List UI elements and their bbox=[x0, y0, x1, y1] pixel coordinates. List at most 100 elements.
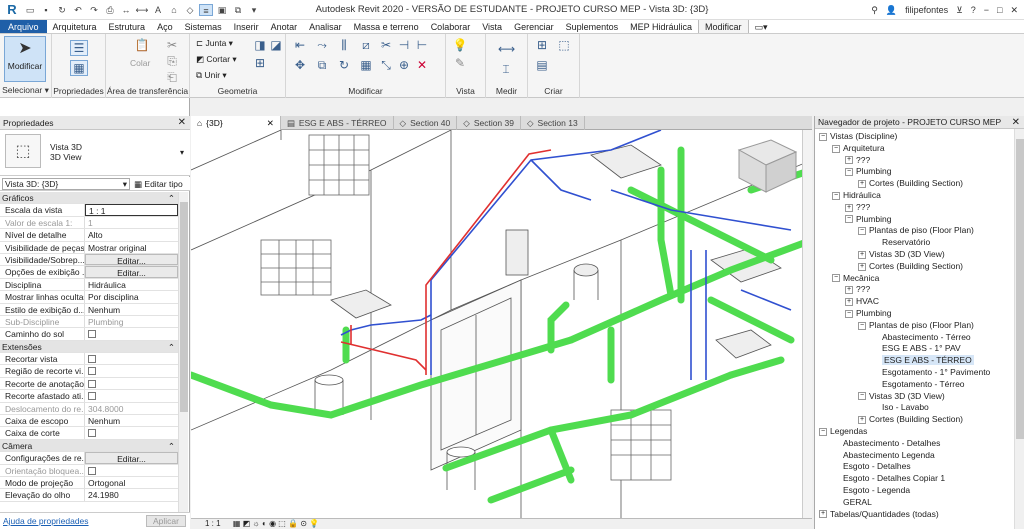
collapse-icon[interactable]: − bbox=[845, 309, 853, 318]
property-value[interactable]: 1 : 1 bbox=[85, 204, 178, 216]
menu-gerenciar[interactable]: Gerenciar bbox=[508, 20, 560, 33]
section-icon[interactable]: ◇ bbox=[183, 4, 197, 16]
sun-path-icon[interactable]: ☼ bbox=[252, 519, 259, 528]
collapse-icon[interactable]: − bbox=[845, 168, 853, 177]
property-checkbox[interactable] bbox=[85, 378, 178, 389]
property-value[interactable]: Por disciplina bbox=[85, 291, 178, 302]
browser-item[interactable]: +??? bbox=[815, 155, 1024, 167]
checkbox[interactable] bbox=[88, 392, 96, 401]
browser-item[interactable]: − Plumbing bbox=[815, 214, 1024, 226]
menu-suplementos[interactable]: Suplementos bbox=[560, 20, 625, 33]
ribbon-toggle-icon[interactable]: ▭▾ bbox=[749, 20, 774, 33]
browser-item[interactable]: ESG E ABS - 1° PAV bbox=[815, 343, 1024, 355]
menu-sistemas[interactable]: Sistemas bbox=[179, 20, 228, 33]
redo-icon[interactable]: ↷ bbox=[87, 4, 101, 16]
wall-join-icon[interactable]: ⊞ bbox=[252, 56, 268, 70]
browser-item[interactable]: + Cortes (Building Section) bbox=[815, 178, 1024, 190]
type-dropdown-icon[interactable]: ▾ bbox=[180, 148, 184, 157]
menu-arquitetura[interactable]: Arquitetura bbox=[47, 20, 103, 33]
property-value[interactable]: Mostrar original bbox=[85, 242, 178, 253]
browser-item[interactable]: GERAL bbox=[815, 497, 1024, 509]
collapse-icon[interactable]: − bbox=[832, 191, 840, 200]
hide-isolate-icon[interactable]: ⊙ bbox=[300, 519, 307, 528]
close-hidden-icon[interactable]: ▣ bbox=[215, 4, 229, 16]
browser-item[interactable]: Reservatório bbox=[815, 237, 1024, 249]
lock-icon[interactable]: 🔒 bbox=[288, 519, 298, 528]
expand-icon[interactable]: + bbox=[845, 297, 853, 306]
save-icon[interactable]: ▪ bbox=[39, 4, 53, 16]
customize-icon[interactable]: ▾ bbox=[247, 4, 261, 16]
minimize-icon[interactable]: − bbox=[984, 5, 989, 15]
browser-item[interactable]: − Vistas 3D (3D View) bbox=[815, 391, 1024, 403]
property-value[interactable]: Hidráulica bbox=[85, 279, 178, 290]
property-value[interactable]: Nenhum bbox=[85, 415, 178, 426]
array-icon[interactable]: ▦ bbox=[358, 58, 374, 72]
browser-item[interactable]: − Legendas bbox=[815, 426, 1024, 438]
menu-massa[interactable]: Massa e terreno bbox=[348, 20, 425, 33]
property-section[interactable]: Câmera ⌃ bbox=[0, 439, 178, 453]
unite-button[interactable]: ⧉ Unir ▾ bbox=[196, 70, 227, 81]
render-icon[interactable]: ◉ bbox=[269, 519, 276, 528]
view-tab[interactable]: ▤ ESG E ABS - TÉRREO bbox=[281, 116, 394, 130]
expand-icon[interactable]: + bbox=[858, 250, 866, 259]
delete-icon[interactable]: ✕ bbox=[414, 58, 430, 72]
dimension-icon[interactable]: ⟷ bbox=[135, 4, 149, 16]
paint-icon[interactable]: ◪ bbox=[268, 38, 284, 52]
checkbox[interactable] bbox=[88, 355, 96, 364]
menu-anotar[interactable]: Anotar bbox=[265, 20, 304, 33]
thin-lines-icon[interactable]: ≡ bbox=[199, 3, 213, 16]
browser-item[interactable]: − Plumbing bbox=[815, 166, 1024, 178]
binoculars-icon[interactable]: ⚲ bbox=[871, 5, 878, 16]
browser-item[interactable]: Abastecimento - Térreo bbox=[815, 332, 1024, 344]
3d-view-icon[interactable]: ⌂ bbox=[167, 4, 181, 16]
undo-icon[interactable]: ↶ bbox=[71, 4, 85, 16]
align-icon[interactable]: ⇤ bbox=[292, 38, 308, 52]
cut-button[interactable]: ◩ Cortar ▾ bbox=[196, 54, 237, 65]
checkbox[interactable] bbox=[88, 330, 96, 339]
type-properties-icon[interactable]: ▦ bbox=[70, 60, 88, 76]
properties-icon[interactable]: ☰ bbox=[70, 40, 88, 56]
open-icon[interactable]: ▭ bbox=[23, 4, 37, 16]
switch-windows-icon[interactable]: ⧉ bbox=[231, 4, 245, 16]
crop-icon[interactable]: ⬚ bbox=[278, 519, 286, 528]
menu-arquivo[interactable]: Arquivo bbox=[0, 20, 47, 33]
property-checkbox[interactable] bbox=[85, 353, 178, 364]
sync-icon[interactable]: ↻ bbox=[55, 4, 69, 16]
browser-item[interactable]: Abastecimento - Detalhes bbox=[815, 438, 1024, 450]
browser-item[interactable]: Esgoto - Legenda bbox=[815, 485, 1024, 497]
browser-item[interactable]: − Plantas de piso (Floor Plan) bbox=[815, 320, 1024, 332]
visual-style-icon[interactable]: ◩ bbox=[243, 519, 251, 528]
browser-item[interactable]: Esgoto - Detalhes bbox=[815, 461, 1024, 473]
edit-type-button[interactable]: ▦ Editar tipo bbox=[134, 178, 183, 190]
copy-icon[interactable]: ⎘ bbox=[164, 54, 180, 68]
browser-close-icon[interactable]: ✕ bbox=[1012, 116, 1020, 129]
browser-item[interactable]: + Vistas 3D (3D View) bbox=[815, 249, 1024, 261]
collapse-icon[interactable]: − bbox=[832, 144, 840, 153]
view-cube-icon[interactable] bbox=[737, 139, 798, 193]
view-scale[interactable]: 1 : 1 bbox=[205, 519, 221, 528]
join-button[interactable]: ⊏ Junta ▾ bbox=[196, 38, 233, 49]
edit-button[interactable]: Editar... bbox=[85, 266, 178, 278]
expand-icon[interactable]: + bbox=[858, 415, 866, 424]
modify-button[interactable]: ➤ Modificar bbox=[4, 36, 46, 82]
revit-logo-icon[interactable]: R bbox=[3, 2, 21, 18]
menu-vista[interactable]: Vista bbox=[476, 20, 508, 33]
browser-item[interactable]: Esgoto - Detalhes Copiar 1 bbox=[815, 473, 1024, 485]
tab-close-icon[interactable]: ✕ bbox=[267, 118, 274, 129]
browser-item[interactable]: Esgotamento - Térreo bbox=[815, 379, 1024, 391]
view-tab[interactable]: ◇ Section 13 bbox=[521, 116, 585, 130]
browser-item[interactable]: − Mecânica bbox=[815, 273, 1024, 285]
rotate-icon[interactable]: ↻ bbox=[336, 58, 352, 72]
browser-item[interactable]: +??? bbox=[815, 202, 1024, 214]
browser-item[interactable]: +??? bbox=[815, 284, 1024, 296]
browser-item[interactable]: − Plumbing bbox=[815, 308, 1024, 320]
browser-scroll-thumb[interactable] bbox=[1016, 139, 1024, 439]
property-section[interactable]: Extensões ⌃ bbox=[0, 340, 178, 354]
cut-clip-icon[interactable]: ✂ bbox=[164, 38, 180, 52]
browser-item[interactable]: + HVAC bbox=[815, 296, 1024, 308]
hide-icon[interactable]: 💡 bbox=[452, 38, 468, 52]
menu-inserir[interactable]: Inserir bbox=[228, 20, 265, 33]
property-section[interactable]: Gráficos ⌃ bbox=[0, 192, 178, 205]
properties-scroll-thumb[interactable] bbox=[180, 202, 188, 412]
property-value[interactable]: Alto bbox=[85, 229, 178, 240]
